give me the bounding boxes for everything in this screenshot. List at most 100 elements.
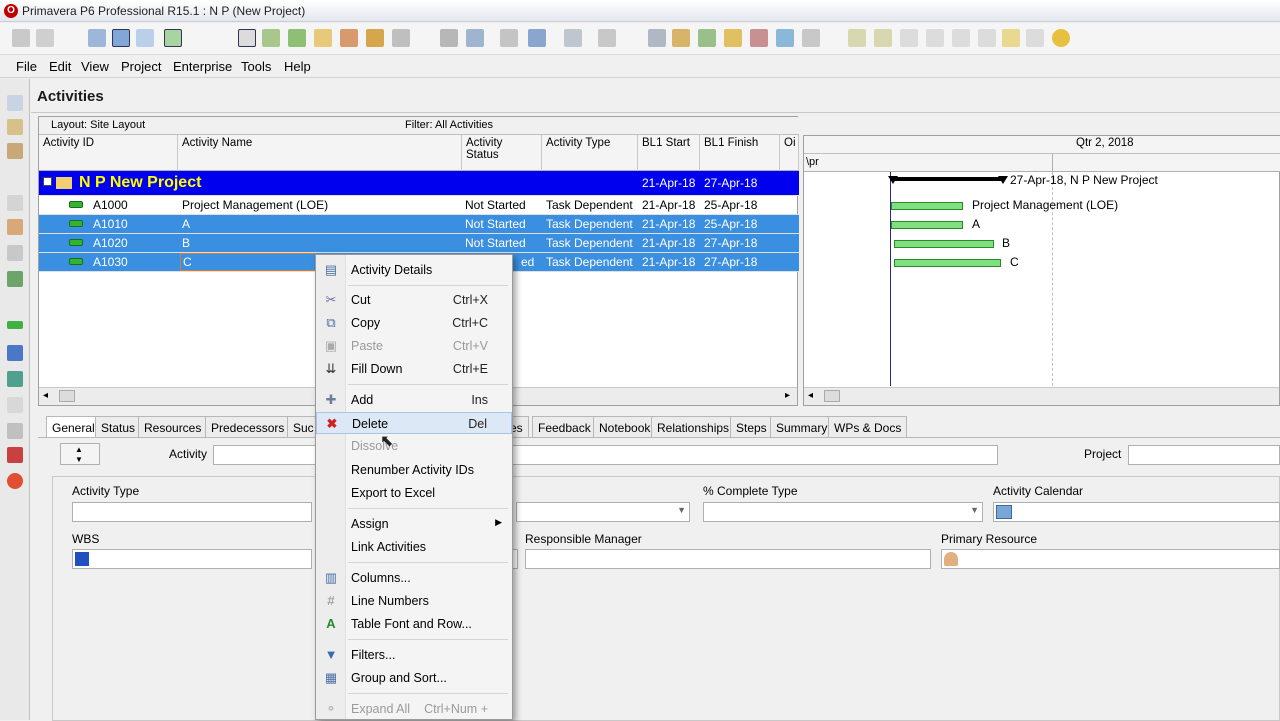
gantt-horizontal-scrollbar[interactable]: ◂ — [804, 387, 1279, 405]
menu-item-renumber[interactable]: Renumber Activity IDs — [316, 459, 512, 481]
menu-file[interactable]: File — [16, 59, 37, 74]
scroll-thumb[interactable] — [824, 390, 840, 402]
scroll-left-icon[interactable]: ◂ — [43, 390, 48, 401]
menu-project[interactable]: Project — [121, 59, 161, 74]
col-activity-type[interactable]: Activity Type — [542, 135, 638, 171]
tab-general[interactable]: General — [46, 416, 101, 438]
gantt-bar-loe[interactable] — [891, 202, 963, 210]
scroll-thumb[interactable] — [59, 390, 75, 402]
zoom-out-icon[interactable] — [874, 29, 892, 47]
timescale-icon[interactable] — [262, 29, 280, 47]
link-icon[interactable] — [750, 29, 768, 47]
help-icon[interactable] — [1052, 29, 1070, 47]
menu-item-expand-all[interactable]: ⚬ Expand All Ctrl+Num + — [316, 698, 512, 720]
projects-icon[interactable] — [7, 95, 23, 111]
level-icon[interactable] — [724, 29, 742, 47]
expenses-icon[interactable] — [7, 423, 23, 439]
up-arrow-icon[interactable]: ▲ — [75, 445, 83, 454]
col-activity-name[interactable]: Activity Name — [178, 135, 462, 171]
columns-icon[interactable] — [314, 29, 332, 47]
activities-icon[interactable] — [7, 321, 23, 329]
reports-icon[interactable] — [7, 245, 23, 261]
menu-item-columns[interactable]: ▥ Columns... — [316, 567, 512, 589]
goto-icon[interactable] — [952, 29, 970, 47]
print-preview-icon[interactable] — [36, 29, 54, 47]
person-icon[interactable] — [944, 552, 958, 566]
activity-name-edit[interactable]: C — [180, 253, 316, 271]
thresholds-icon[interactable] — [7, 447, 23, 463]
primary-resource-field[interactable] — [941, 549, 1280, 569]
menu-item-cut[interactable]: ✂ Cut Ctrl+X — [316, 289, 512, 311]
gantt-chart[interactable]: Qtr 2, 2018 \pr 27-Apr-18, N P New Proje… — [803, 135, 1280, 406]
duration-type-select[interactable]: ▼ — [516, 502, 690, 522]
table-icon[interactable] — [648, 29, 666, 47]
table-row[interactable]: A1020 B Not Started Task Dependent 21-Ap… — [39, 234, 799, 253]
scroll-right-icon[interactable]: ▸ — [785, 390, 790, 401]
pct-complete-type-select[interactable]: ▼ — [703, 502, 983, 522]
tracking-icon[interactable] — [7, 195, 23, 211]
menu-tools[interactable]: Tools — [241, 59, 271, 74]
menu-item-delete[interactable]: ✖ Delete Del — [316, 412, 512, 434]
col-bl1-finish[interactable]: BL1 Finish — [700, 135, 780, 171]
scroll-left-icon[interactable]: ◂ — [808, 390, 813, 401]
tab-summary[interactable]: Summary — [770, 416, 834, 438]
calendar-icon[interactable] — [996, 505, 1012, 519]
spreadsheet-icon[interactable] — [776, 29, 794, 47]
menu-item-link-activities[interactable]: Link Activities — [316, 536, 512, 558]
menu-item-copy[interactable]: ⧉ Copy Ctrl+C — [316, 312, 512, 334]
eps-icon[interactable] — [7, 119, 23, 135]
tab-relationships[interactable]: Relationships — [651, 416, 736, 438]
gantt-bar-b[interactable] — [894, 240, 994, 248]
expand-icon[interactable] — [500, 29, 518, 47]
menu-item-fill-down[interactable]: ⇊ Fill Down Ctrl+E — [316, 358, 512, 380]
filter-label[interactable]: Filter: All Activities — [405, 119, 493, 131]
column-icon[interactable] — [466, 29, 484, 47]
tab-feedback[interactable]: Feedback — [532, 416, 597, 438]
menu-item-assign[interactable]: Assign ▶ — [316, 513, 512, 535]
tab-wps-docs[interactable]: WPs & Docs — [828, 416, 908, 438]
wbs-icon[interactable] — [7, 345, 23, 361]
project-row[interactable]: N P New Project 21-Apr-18 27-Apr-18 — [39, 171, 799, 196]
menu-view[interactable]: View — [81, 59, 109, 74]
table-row[interactable]: A1000 Project Management (LOE) Not Start… — [39, 196, 799, 215]
down-arrow-icon[interactable]: ▼ — [75, 455, 83, 464]
activity-type-select[interactable] — [72, 502, 312, 522]
navigate-stepper[interactable]: ▲ ▼ — [60, 443, 100, 465]
zoom-in-icon[interactable] — [848, 29, 866, 47]
tab-steps[interactable]: Steps — [730, 416, 773, 438]
menu-help[interactable]: Help — [284, 59, 311, 74]
sort-icon[interactable] — [564, 29, 582, 47]
portfolio-icon[interactable] — [7, 143, 23, 159]
menu-item-dissolve[interactable]: Dissolve — [316, 435, 512, 457]
menu-item-paste[interactable]: ▣ Paste Ctrl+V — [316, 335, 512, 357]
layout-label[interactable]: Layout: Site Layout — [51, 119, 145, 131]
info-icon[interactable] — [1026, 29, 1044, 47]
network-icon[interactable] — [164, 29, 182, 47]
menu-item-table-font[interactable]: A Table Font and Row... — [316, 613, 512, 635]
issues-icon[interactable] — [7, 473, 23, 489]
tab-notebook[interactable]: Notebook — [593, 416, 657, 438]
schedule-icon[interactable] — [392, 29, 410, 47]
gantt-bar-a[interactable] — [891, 221, 963, 229]
print-icon[interactable] — [12, 29, 30, 47]
group-icon[interactable] — [440, 29, 458, 47]
filter-icon[interactable] — [528, 29, 546, 47]
menu-item-group-sort[interactable]: ▦ Group and Sort... — [316, 667, 512, 689]
comment-icon[interactable] — [1002, 29, 1020, 47]
split-icon[interactable] — [978, 29, 996, 47]
zoom-fit-icon[interactable] — [900, 29, 918, 47]
project-summary-bar[interactable] — [890, 177, 1004, 181]
tab-status[interactable]: Status — [95, 416, 142, 438]
menu-enterprise[interactable]: Enterprise — [173, 59, 232, 74]
gantt-bar-c[interactable] — [894, 259, 1001, 267]
col-activity-status[interactable]: Activity Status — [462, 135, 542, 171]
collapse-icon[interactable] — [43, 177, 52, 186]
wbs-field[interactable] — [72, 549, 312, 569]
col-bl1-start[interactable]: BL1 Start — [638, 135, 700, 171]
clock-icon[interactable] — [672, 29, 690, 47]
gantt-chart-icon[interactable] — [136, 29, 154, 47]
table-row[interactable]: A1010 A Not Started Task Dependent 21-Ap… — [39, 215, 799, 234]
responsible-manager-field[interactable] — [525, 549, 931, 569]
col-activity-id[interactable]: Activity ID — [39, 135, 178, 171]
activity-table-icon[interactable] — [112, 29, 130, 47]
